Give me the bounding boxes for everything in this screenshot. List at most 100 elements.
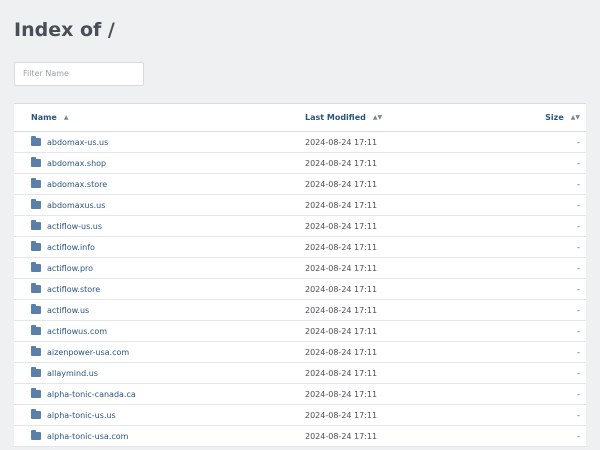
table-row: actiflow.us 2024-08-24 17:11 - [14, 300, 586, 321]
name-cell: abdomaxus.us [14, 199, 287, 210]
name-cell: actiflow-us.us [14, 220, 287, 231]
folder-link[interactable]: abdomaxus.us [47, 201, 105, 210]
table-row: allaymind.us 2024-08-24 17:11 - [14, 363, 586, 384]
page: Index of / Name ▲ Last Modified ▲▼ Size … [0, 0, 600, 447]
modified-cell: 2024-08-24 17:11 [305, 158, 378, 168]
modified-cell: 2024-08-24 17:11 [305, 263, 378, 273]
modified-cell: 2024-08-24 17:11 [305, 431, 378, 441]
folder-link[interactable]: alpha-tonic-canada.ca [47, 390, 136, 399]
table-row: aizenpower-usa.com 2024-08-24 17:11 - [14, 342, 586, 363]
folder-icon [31, 367, 41, 377]
table-body: abdomax-us.us 2024-08-24 17:11- abdomax.sh… [14, 132, 586, 447]
table-row: alpha-tonic-canada.ca 2024-08-24 17:11 - [14, 384, 586, 405]
size-cell: - [577, 326, 580, 336]
folder-link[interactable]: alpha-tonic-usa.com [47, 432, 128, 441]
folder-icon [31, 262, 41, 272]
modified-cell: 2024-08-24 17:11 [305, 221, 378, 231]
table-row: abdomax.shop 2024-08-24 17:11 - [14, 153, 586, 174]
column-size-label: Size [545, 113, 564, 122]
name-cell: actiflow.info [14, 241, 287, 252]
folder-icon [31, 304, 41, 314]
folder-link[interactable]: actiflow.info [47, 243, 95, 252]
size-cell: - [577, 158, 580, 168]
name-cell: actiflow.store [14, 283, 287, 294]
folder-link[interactable]: abdomax-us.us [47, 138, 108, 147]
name-cell: aizenpower-usa.com [14, 346, 287, 357]
folder-icon [31, 157, 41, 167]
size-cell: - [577, 137, 580, 147]
size-cell: - [577, 179, 580, 189]
table-row: alpha-tonic-usa.com 2024-08-24 17:11 - [14, 426, 586, 447]
size-cell: - [577, 410, 580, 420]
modified-cell: 2024-08-24 17:11 [305, 200, 378, 210]
size-cell: - [577, 389, 580, 399]
folder-link[interactable]: actiflowus.com [47, 327, 107, 336]
folder-icon [31, 283, 41, 293]
modified-cell: 2024-08-24 17:11 [305, 179, 378, 189]
table-row: actiflow.info 2024-08-24 17:11 - [14, 237, 586, 258]
folder-icon [31, 178, 41, 188]
page-title: Index of / [14, 19, 115, 41]
column-modified-header[interactable]: Last Modified ▲▼ [287, 113, 520, 122]
file-table: Name ▲ Last Modified ▲▼ Size ▲▼ abdomax-… [14, 103, 586, 447]
folder-link[interactable]: aizenpower-usa.com [47, 348, 129, 357]
name-cell: actiflowus.com [14, 325, 287, 336]
size-cell: - [577, 368, 580, 378]
folder-link[interactable]: actiflow.us [47, 306, 89, 315]
size-cell: - [577, 305, 580, 315]
size-cell: - [577, 221, 580, 231]
folder-icon [31, 220, 41, 230]
table-row: actiflow-us.us 2024-08-24 17:11 - [14, 216, 586, 237]
sort-arrows-icon[interactable]: ▲▼ [571, 114, 580, 121]
folder-icon [31, 430, 41, 440]
column-name-label: Name [31, 113, 57, 122]
folder-link[interactable]: actiflow-us.us [47, 222, 102, 231]
name-cell: abdomax-us.us [14, 136, 287, 147]
name-cell: alpha-tonic-canada.ca [14, 388, 287, 399]
name-cell: alpha-tonic-us.us [14, 409, 287, 420]
folder-link[interactable]: actiflow.pro [47, 264, 93, 273]
filter-name-input[interactable] [14, 61, 144, 86]
table-row: abdomax-us.us 2024-08-24 17:11 - [14, 132, 586, 153]
folder-link[interactable]: abdomax.store [47, 180, 107, 189]
modified-cell: 2024-08-24 17:11 [305, 326, 378, 336]
folder-icon [31, 199, 41, 209]
folder-icon [31, 346, 41, 356]
name-cell: actiflow.pro [14, 262, 287, 273]
table-row: actiflow.pro 2024-08-24 17:11 - [14, 258, 586, 279]
folder-link[interactable]: allaymind.us [47, 369, 98, 378]
folder-link[interactable]: abdomax.shop [47, 159, 106, 168]
modified-cell: 2024-08-24 17:11 [305, 284, 378, 294]
folder-icon [31, 136, 41, 146]
modified-cell: 2024-08-24 17:11 [305, 410, 378, 420]
modified-cell: 2024-08-24 17:11 [305, 347, 378, 357]
name-cell: actiflow.us [14, 304, 287, 315]
column-size-header[interactable]: Size ▲▼ [520, 113, 586, 122]
folder-icon [31, 325, 41, 335]
name-cell: alpha-tonic-usa.com [14, 430, 287, 441]
folder-icon [31, 241, 41, 251]
modified-cell: 2024-08-24 17:11 [305, 389, 378, 399]
column-name-header[interactable]: Name ▲ [14, 113, 287, 122]
table-row: abdomax.store 2024-08-24 17:11 - [14, 174, 586, 195]
table-row: alpha-tonic-us.us 2024-08-24 17:11 - [14, 405, 586, 426]
name-cell: abdomax.shop [14, 157, 287, 168]
table-row: abdomaxus.us 2024-08-24 17:11 - [14, 195, 586, 216]
folder-icon [31, 409, 41, 419]
filter-bar [14, 61, 586, 86]
modified-cell: 2024-08-24 17:11 [305, 368, 378, 378]
size-cell: - [577, 431, 580, 441]
size-cell: - [577, 284, 580, 294]
modified-cell: 2024-08-24 17:11 [305, 242, 378, 252]
folder-link[interactable]: actiflow.store [47, 285, 100, 294]
modified-cell: 2024-08-24 17:11 [305, 305, 378, 315]
sort-up-icon[interactable]: ▲ [64, 114, 69, 121]
size-cell: - [577, 200, 580, 210]
sort-arrows-icon[interactable]: ▲▼ [373, 114, 382, 121]
folder-link[interactable]: alpha-tonic-us.us [47, 411, 116, 420]
table-header: Name ▲ Last Modified ▲▼ Size ▲▼ [14, 103, 586, 132]
folder-icon [31, 388, 41, 398]
size-cell: - [577, 347, 580, 357]
size-cell: - [577, 242, 580, 252]
table-row: actiflowus.com 2024-08-24 17:11 - [14, 321, 586, 342]
